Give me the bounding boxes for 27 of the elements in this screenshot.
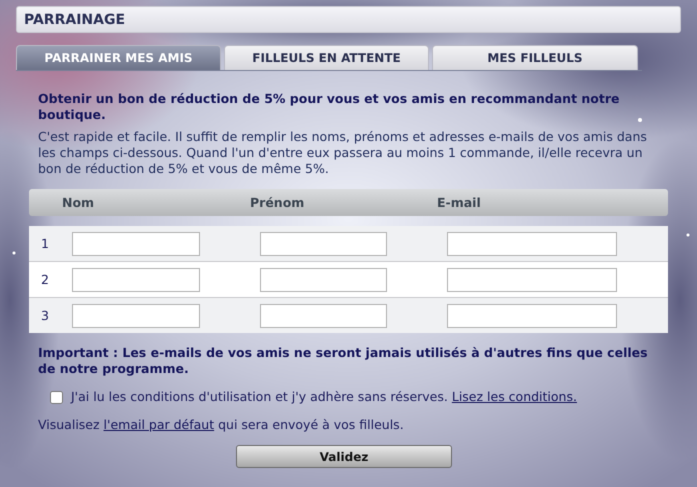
name-field[interactable] — [72, 304, 200, 328]
row-number: 3 — [40, 308, 50, 324]
submit-button[interactable]: Validez — [236, 445, 452, 468]
tab[interactable]: MES FILLEULS — [432, 45, 638, 70]
tab[interactable]: FILLEULS EN ATTENTE — [224, 45, 429, 70]
terms-checkbox[interactable] — [50, 390, 63, 404]
first-name-field[interactable] — [260, 232, 387, 256]
email-field[interactable] — [447, 232, 617, 256]
name-field[interactable] — [72, 268, 200, 292]
email-field[interactable] — [447, 304, 617, 328]
important-note: Important : Les e-mails de vos amis ne seront jamais utilisés à d'autres fins que celles de notre programme. — [38, 345, 649, 377]
first-name-field[interactable] — [260, 268, 387, 292]
page-title: PARRAINAGE — [16, 6, 681, 33]
default-email-link[interactable]: l'email par défaut — [104, 417, 214, 432]
name-field[interactable] — [72, 232, 200, 256]
column-header: E-mail — [437, 194, 482, 210]
column-header: Prénom — [250, 194, 306, 210]
headline: Obtenir un bon de réduction de 5% pour vous et vos amis en recommandant notre boutique. — [38, 91, 621, 123]
row-number: 2 — [40, 272, 50, 288]
first-name-field[interactable] — [260, 304, 387, 328]
terms-link[interactable]: Lisez les conditions. — [452, 389, 577, 404]
intro-text: C'est rapide et facile. Il suffit de remplir les noms, prénoms et adresses e-mails de vos amis dans les champs ci-dessous. Quand l'un d'entre eux passera au moins 1 commande, il/elle recevra un bon de réduction de 5% et vous de même 5%. — [38, 129, 648, 177]
terms-label: J'ai lu les conditions d'utilisation et j'y adhère sans réserves. Lisez les conditions. — [71, 389, 577, 405]
email-field[interactable] — [447, 268, 617, 292]
column-header: Nom — [62, 194, 96, 210]
row-number: 1 — [40, 236, 50, 252]
preview-text: Visualisez l'email par défaut qui sera envoyé à vos filleuls. — [38, 417, 405, 433]
